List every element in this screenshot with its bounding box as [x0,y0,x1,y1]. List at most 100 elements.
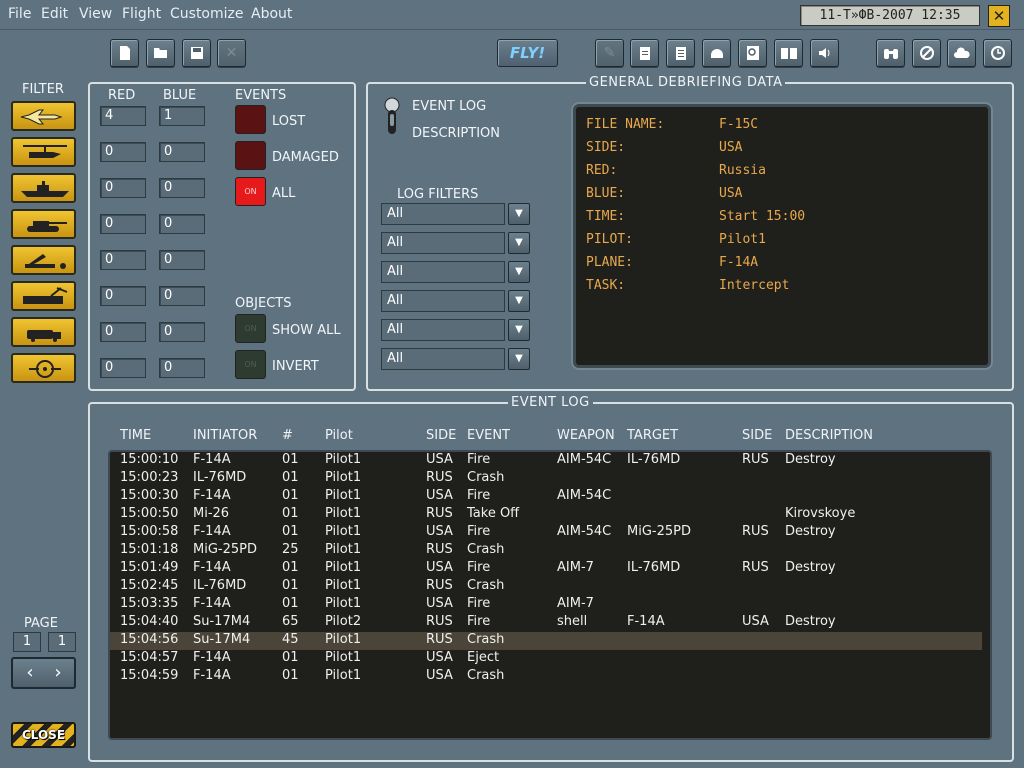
event-log-row[interactable]: 15:01:18 MiG-25PD 25 Pilot1 RUS Crash [110,542,982,560]
weather-button[interactable] [947,39,976,67]
target-icon [29,360,61,378]
debriefing-button[interactable] [666,39,695,67]
new-file-button[interactable] [110,39,139,67]
filter-radar-button[interactable] [11,281,76,311]
next-page-button[interactable]: › [45,662,71,686]
lost-toggle[interactable] [235,105,266,134]
log-description-switch[interactable] [381,96,403,138]
menu-customize[interactable]: Customize [170,6,244,22]
encyclopedia-button[interactable] [738,39,767,67]
show-all-toggle[interactable]: ON [235,314,266,343]
red-count-field[interactable]: 0 [100,286,146,306]
event-log-row[interactable]: 15:00:50 Mi-26 01 Pilot1 RUS Take Off Kirovsko… [110,506,982,524]
event-log-row[interactable]: 15:00:58 F-14A 01 Pilot1 USA Fire AIM-54C MiG-2… [110,524,982,542]
debrief-field-value: F-14A [719,255,759,270]
filter-target-button[interactable] [11,353,76,383]
menu-file[interactable]: File [8,6,31,22]
log-filter-dropdown-button[interactable]: ▼ [508,290,530,312]
open-folder-icon [153,48,167,58]
close-button[interactable]: CLOSE [11,722,76,748]
blue-count-field[interactable]: 0 [159,358,205,378]
row-event: Crash [467,578,505,593]
close-window-button[interactable]: ✕ [988,5,1010,27]
filter-ship-button[interactable] [11,173,76,203]
red-count-field[interactable]: 0 [100,214,146,234]
row-time: 15:04:57 [120,650,179,665]
event-log-row[interactable]: 15:04:40 Su-17M4 65 Pilot2 RUS Fire shell F-14A… [110,614,982,632]
row-time: 15:00:58 [120,524,179,539]
filter-vehicle-button[interactable] [11,317,76,347]
log-filter-select[interactable]: All [381,348,505,370]
red-count-field[interactable]: 0 [100,142,146,162]
filter-armor-button[interactable] [11,209,76,239]
row-side: RUS [426,632,453,647]
all-label: ALL [272,186,296,201]
log-filter-dropdown-button[interactable]: ▼ [508,319,530,341]
log-filter-dropdown-button[interactable]: ▼ [508,232,530,254]
fly-button[interactable]: FLY! [497,39,558,67]
sound-button[interactable] [810,39,839,67]
debrief-field-value: Russia [719,163,766,178]
debrief-field-key: TASK: [586,278,626,293]
blue-count-field[interactable]: 0 [159,214,205,234]
event-log-row[interactable]: 15:01:49 F-14A 01 Pilot1 USA Fire AIM-7 IL-76MD… [110,560,982,578]
blue-count-field[interactable]: 1 [159,106,205,126]
pilot-button[interactable] [702,39,731,67]
event-log-row[interactable]: 15:00:30 F-14A 01 Pilot1 USA Fire AIM-54C [110,488,982,506]
event-log-list[interactable]: 15:00:10 F-14A 01 Pilot1 USA Fire AIM-54C IL-76… [108,450,992,740]
menu-view[interactable]: View [79,6,112,22]
forbid-button[interactable] [912,39,941,67]
log-filter-dropdown-button[interactable]: ▼ [508,261,530,283]
event-log-option[interactable]: EVENT LOG [412,99,486,114]
open-file-button[interactable] [146,39,175,67]
invert-toggle[interactable]: ON [235,350,266,379]
event-log-row[interactable]: 15:00:23 IL-76MD 01 Pilot1 RUS Crash [110,470,982,488]
red-count-field[interactable]: 0 [100,358,146,378]
event-log-row[interactable]: 15:04:56 Su-17M4 45 Pilot1 RUS Crash [110,632,982,650]
ship-icon [21,181,69,197]
debrief-field-value: F-15C [719,117,759,132]
red-count-field[interactable]: 4 [100,106,146,126]
filter-aircraft-button[interactable] [11,101,76,131]
log-filter-dropdown-button[interactable]: ▼ [508,348,530,370]
col-initiator: INITIATOR [193,428,258,443]
view-button[interactable] [876,39,905,67]
event-log-row[interactable]: 15:03:35 F-14A 01 Pilot1 USA Fire AIM-7 [110,596,982,614]
red-count-field[interactable]: 0 [100,250,146,270]
red-count-field[interactable]: 0 [100,322,146,342]
menu-about[interactable]: About [251,6,292,22]
manual-button[interactable] [774,39,803,67]
col-pilot: Pilot [325,428,353,443]
log-filter-select[interactable]: All [381,261,505,283]
menu-edit[interactable]: Edit [41,6,68,22]
event-log-row[interactable]: 15:04:59 F-14A 01 Pilot1 USA Crash [110,668,982,686]
save-button[interactable] [182,39,211,67]
event-log-row[interactable]: 15:02:45 IL-76MD 01 Pilot1 RUS Crash [110,578,982,596]
prev-page-button[interactable]: ‹ [17,662,43,686]
log-filter-select[interactable]: All [381,319,505,341]
all-toggle[interactable]: ON [235,177,266,206]
blue-count-field[interactable]: 0 [159,142,205,162]
red-count-field[interactable]: 0 [100,178,146,198]
row-initiator: F-14A [193,650,231,665]
log-filter-select[interactable]: All [381,203,505,225]
blue-count-field[interactable]: 0 [159,178,205,198]
description-option[interactable]: DESCRIPTION [412,126,500,141]
time-button[interactable] [983,39,1012,67]
event-log-row[interactable]: 15:04:57 F-14A 01 Pilot1 USA Eject [110,650,982,668]
menu-flight[interactable]: Flight [122,6,161,22]
blue-count-field[interactable]: 0 [159,250,205,270]
blue-count-field[interactable]: 0 [159,322,205,342]
event-log-row[interactable]: 15:00:10 F-14A 01 Pilot1 USA Fire AIM-54C IL-76… [110,452,982,470]
close-file-button[interactable]: ✕ [217,39,246,67]
damaged-toggle[interactable] [235,141,266,170]
blue-count-field[interactable]: 0 [159,286,205,306]
briefing-button[interactable] [630,39,659,67]
log-filter-select[interactable]: All [381,232,505,254]
filter-sam-button[interactable] [11,245,76,275]
filter-helicopter-button[interactable] [11,137,76,167]
log-filter-dropdown-button[interactable]: ▼ [508,203,530,225]
edit-button[interactable]: ✎ [595,39,624,67]
debrief-field-key: PILOT: [586,232,633,247]
log-filter-select[interactable]: All [381,290,505,312]
